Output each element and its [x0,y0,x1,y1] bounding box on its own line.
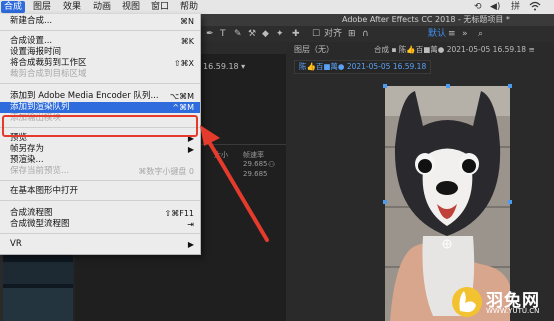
annotation-arrow [200,125,269,242]
watermark: 羽兔网 WWW.YUTU.CN [446,283,554,321]
watermark-url: WWW.YUTU.CN [486,307,540,315]
rabbit-logo-icon [452,287,482,317]
